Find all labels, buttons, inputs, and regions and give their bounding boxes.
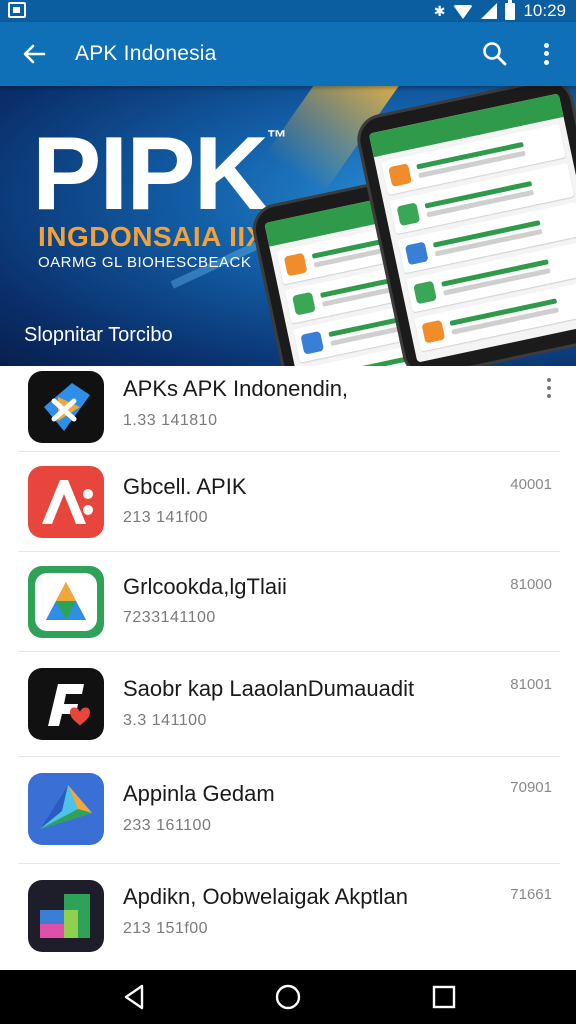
app-icon	[28, 466, 104, 538]
page-title: APK Indonesia	[75, 42, 217, 65]
home-icon[interactable]	[273, 982, 303, 1012]
app-meta: 213 141f00	[123, 509, 209, 526]
list-item[interactable]: Apdikn, Oobwelaigak Akptlan 213 151f00 7…	[18, 864, 560, 970]
app-meta: 213 151f00	[123, 920, 209, 937]
bluetooth-icon: ✱	[433, 2, 446, 19]
app-name: Saobr kap LaaolanDumauadit	[123, 676, 415, 701]
banner-headline: PIPK™	[32, 116, 287, 232]
app-name: Gbcell. APIK	[123, 474, 247, 499]
app-meta: 3.3 141100	[123, 712, 207, 729]
app-name: APKs APK Indonendin,	[123, 376, 349, 401]
list-item[interactable]: Saobr kap LaaolanDumauadit 3.3 141100 81…	[18, 652, 560, 757]
app-name: Apdikn, Oobwelaigak Akptlan	[123, 884, 408, 909]
system-nav-bar	[0, 970, 576, 1024]
featured-banner[interactable]: PIPK™ INGDONSAIA IIX OARMG GL BIOHESCBEA…	[0, 86, 576, 366]
status-indicators: ✱ 10:29	[434, 0, 566, 22]
download-count: 70901	[510, 779, 552, 796]
download-count: 71661	[510, 886, 552, 903]
battery-icon	[505, 0, 516, 20]
download-count: 40001	[510, 476, 552, 493]
item-more-icon[interactable]	[546, 378, 552, 398]
search-icon[interactable]	[482, 41, 508, 67]
app-name: Appinla Gedam	[123, 781, 275, 806]
list-item[interactable]: Gbcell. APIK 213 141f00 40001	[18, 452, 560, 552]
app-bar: APK Indonesia	[0, 22, 576, 86]
banner-tagline: OARMG GL BIOHESCBEACK	[38, 254, 252, 271]
app-icon	[28, 566, 104, 638]
list-item[interactable]: Grlcookda,lgTlaii 7233141100 81000	[18, 552, 560, 652]
app-icon	[28, 371, 104, 443]
banner-subtitle: INGDONSAIA IIX	[38, 221, 265, 252]
app-meta: 233 161100	[123, 817, 212, 834]
back-icon[interactable]	[120, 982, 150, 1012]
list-item[interactable]: APKs APK Indonendin, 1.33 141810	[18, 366, 560, 452]
more-options-icon[interactable]	[538, 41, 554, 67]
list-item[interactable]: Appinla Gedam 233 161100 70901	[18, 757, 560, 864]
notification-icon	[8, 2, 26, 18]
back-arrow-icon[interactable]	[20, 40, 48, 68]
download-count: 81000	[510, 576, 552, 593]
banner-caption: Slopnitar Torcibo	[24, 324, 173, 346]
signal-icon	[481, 3, 498, 19]
app-icon	[28, 880, 104, 952]
recents-icon[interactable]	[429, 982, 459, 1012]
app-meta: 7233141100	[123, 609, 216, 626]
app-icon	[28, 773, 104, 845]
status-bar: ✱ 10:29	[0, 0, 576, 22]
app-icon	[28, 668, 104, 740]
wifi-icon	[453, 5, 474, 19]
app-meta: 1.33 141810	[123, 412, 218, 429]
download-count: 81001	[510, 676, 552, 693]
app-name: Grlcookda,lgTlaii	[123, 574, 287, 599]
clock: 10:29	[523, 1, 566, 20]
app-list: APKs APK Indonendin, 1.33 141810 Gbcell.…	[0, 366, 576, 970]
